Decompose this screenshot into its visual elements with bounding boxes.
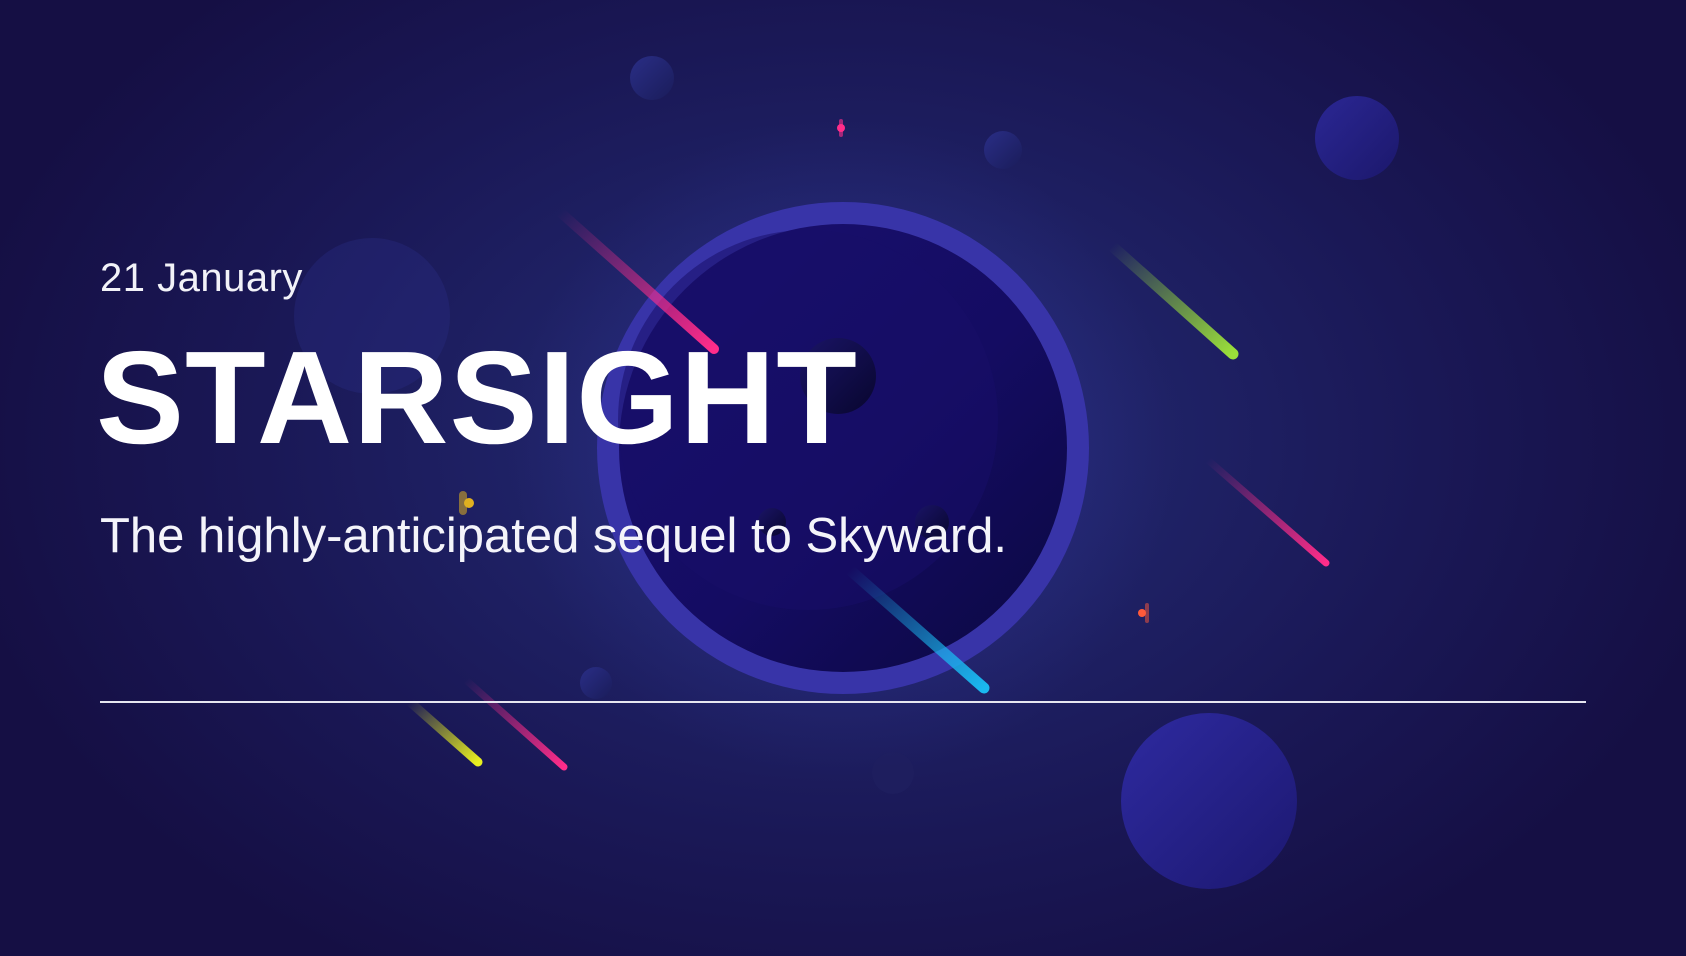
event-tagline: The highly-anticipated sequel to Skyward… xyxy=(100,509,1008,563)
small-moon xyxy=(580,667,612,699)
shooting-star xyxy=(1204,456,1330,567)
small-moon xyxy=(984,131,1022,169)
shooting-star xyxy=(405,697,483,767)
divider-line xyxy=(100,701,1586,703)
small-moon xyxy=(630,56,674,100)
shooting-star xyxy=(462,676,568,771)
event-title: STARSIGHT xyxy=(96,324,858,471)
small-moon xyxy=(1315,96,1399,180)
hero-banner: 21 January STARSIGHT The highly-anticipa… xyxy=(0,0,1686,956)
large-moon xyxy=(1121,713,1297,889)
space-illustration xyxy=(294,56,1399,889)
event-date: 21 January xyxy=(100,256,303,300)
sparkle-star xyxy=(1138,603,1149,623)
small-moon xyxy=(872,752,914,794)
